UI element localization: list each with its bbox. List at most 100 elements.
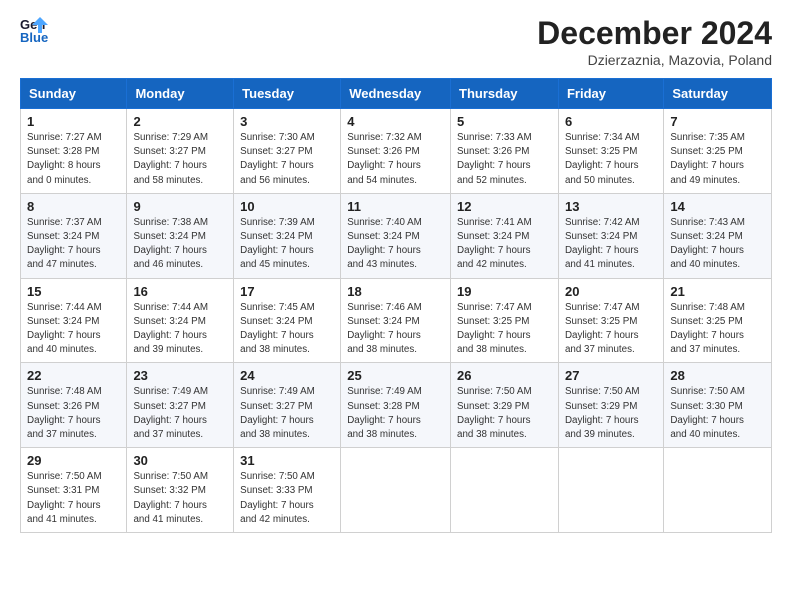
- day-number: 25: [347, 368, 444, 383]
- day-info: Sunrise: 7:35 AM Sunset: 3:25 PM Dayligh…: [670, 131, 765, 188]
- day-cell-13: 13 Sunrise: 7:42 AM Sunset: 3:24 PM Dayli…: [558, 193, 663, 278]
- empty-cell: [664, 448, 772, 533]
- day-number: 11: [347, 199, 444, 214]
- day-cell-7: 7 Sunrise: 7:35 AM Sunset: 3:25 PM Daylig…: [664, 109, 772, 194]
- day-of-week-header-row: SundayMondayTuesdayWednesdayThursdayFrid…: [21, 79, 772, 109]
- day-number: 2: [133, 114, 227, 129]
- day-cell-25: 25 Sunrise: 7:49 AM Sunset: 3:28 PM Dayli…: [341, 363, 451, 448]
- day-info: Sunrise: 7:39 AM Sunset: 3:24 PM Dayligh…: [240, 216, 334, 273]
- day-number: 8: [27, 199, 120, 214]
- dow-thursday: Thursday: [451, 79, 559, 109]
- day-info: Sunrise: 7:44 AM Sunset: 3:24 PM Dayligh…: [133, 301, 227, 358]
- day-info: Sunrise: 7:33 AM Sunset: 3:26 PM Dayligh…: [457, 131, 552, 188]
- day-cell-15: 15 Sunrise: 7:44 AM Sunset: 3:24 PM Dayli…: [21, 278, 127, 363]
- week-row-3: 22 Sunrise: 7:48 AM Sunset: 3:26 PM Dayli…: [21, 363, 772, 448]
- day-number: 18: [347, 284, 444, 299]
- day-cell-30: 30 Sunrise: 7:50 AM Sunset: 3:32 PM Dayli…: [127, 448, 234, 533]
- day-number: 1: [27, 114, 120, 129]
- day-cell-8: 8 Sunrise: 7:37 AM Sunset: 3:24 PM Daylig…: [21, 193, 127, 278]
- day-cell-16: 16 Sunrise: 7:44 AM Sunset: 3:24 PM Dayli…: [127, 278, 234, 363]
- day-cell-11: 11 Sunrise: 7:40 AM Sunset: 3:24 PM Dayli…: [341, 193, 451, 278]
- day-info: Sunrise: 7:50 AM Sunset: 3:30 PM Dayligh…: [670, 385, 765, 442]
- day-info: Sunrise: 7:27 AM Sunset: 3:28 PM Dayligh…: [27, 131, 120, 188]
- day-cell-9: 9Sunrise: 7:38 AM Sunset: 3:24 PM Daylig…: [127, 193, 234, 278]
- day-cell-10: 10 Sunrise: 7:39 AM Sunset: 3:24 PM Dayli…: [234, 193, 341, 278]
- day-number: 10: [240, 199, 334, 214]
- day-cell-4: 4 Sunrise: 7:32 AM Sunset: 3:26 PM Daylig…: [341, 109, 451, 194]
- day-number: 20: [565, 284, 657, 299]
- empty-cell: [558, 448, 663, 533]
- day-cell-1: 1 Sunrise: 7:27 AM Sunset: 3:28 PM Daylig…: [21, 109, 127, 194]
- day-cell-6: 6Sunrise: 7:34 AM Sunset: 3:25 PM Daylig…: [558, 109, 663, 194]
- day-cell-24: 24Sunrise: 7:49 AM Sunset: 3:27 PM Dayli…: [234, 363, 341, 448]
- day-number: 4: [347, 114, 444, 129]
- day-number: 12: [457, 199, 552, 214]
- day-cell-27: 27 Sunrise: 7:50 AM Sunset: 3:29 PM Dayli…: [558, 363, 663, 448]
- dow-friday: Friday: [558, 79, 663, 109]
- day-info: Sunrise: 7:50 AM Sunset: 3:33 PM Dayligh…: [240, 470, 334, 527]
- day-number: 23: [133, 368, 227, 383]
- day-number: 27: [565, 368, 657, 383]
- day-info: Sunrise: 7:50 AM Sunset: 3:31 PM Dayligh…: [27, 470, 120, 527]
- day-info: Sunrise: 7:48 AM Sunset: 3:26 PM Dayligh…: [27, 385, 120, 442]
- logo-icon: Gen Blue: [20, 15, 48, 43]
- title-section: December 2024 Dzierzaznia, Mazovia, Pola…: [537, 15, 772, 68]
- day-number: 16: [133, 284, 227, 299]
- day-cell-17: 17Sunrise: 7:45 AM Sunset: 3:24 PM Dayli…: [234, 278, 341, 363]
- dow-monday: Monday: [127, 79, 234, 109]
- day-info: Sunrise: 7:29 AM Sunset: 3:27 PM Dayligh…: [133, 131, 227, 188]
- day-number: 9: [133, 199, 227, 214]
- week-row-4: 29 Sunrise: 7:50 AM Sunset: 3:31 PM Dayli…: [21, 448, 772, 533]
- day-cell-23: 23 Sunrise: 7:49 AM Sunset: 3:27 PM Dayli…: [127, 363, 234, 448]
- day-cell-19: 19 Sunrise: 7:47 AM Sunset: 3:25 PM Dayli…: [451, 278, 559, 363]
- day-info: Sunrise: 7:40 AM Sunset: 3:24 PM Dayligh…: [347, 216, 444, 273]
- day-number: 3: [240, 114, 334, 129]
- day-cell-12: 12Sunrise: 7:41 AM Sunset: 3:24 PM Dayli…: [451, 193, 559, 278]
- day-info: Sunrise: 7:49 AM Sunset: 3:27 PM Dayligh…: [240, 385, 334, 442]
- day-cell-18: 18 Sunrise: 7:46 AM Sunset: 3:24 PM Dayli…: [341, 278, 451, 363]
- day-info: Sunrise: 7:42 AM Sunset: 3:24 PM Dayligh…: [565, 216, 657, 273]
- day-info: Sunrise: 7:47 AM Sunset: 3:25 PM Dayligh…: [565, 301, 657, 358]
- day-info: Sunrise: 7:50 AM Sunset: 3:29 PM Dayligh…: [565, 385, 657, 442]
- day-number: 7: [670, 114, 765, 129]
- day-info: Sunrise: 7:44 AM Sunset: 3:24 PM Dayligh…: [27, 301, 120, 358]
- day-cell-28: 28 Sunrise: 7:50 AM Sunset: 3:30 PM Dayli…: [664, 363, 772, 448]
- day-number: 28: [670, 368, 765, 383]
- header: Gen Blue December 2024 Dzierzaznia, Mazo…: [20, 15, 772, 68]
- day-info: Sunrise: 7:46 AM Sunset: 3:24 PM Dayligh…: [347, 301, 444, 358]
- day-info: Sunrise: 7:32 AM Sunset: 3:26 PM Dayligh…: [347, 131, 444, 188]
- day-info: Sunrise: 7:49 AM Sunset: 3:27 PM Dayligh…: [133, 385, 227, 442]
- day-info: Sunrise: 7:30 AM Sunset: 3:27 PM Dayligh…: [240, 131, 334, 188]
- day-info: Sunrise: 7:50 AM Sunset: 3:32 PM Dayligh…: [133, 470, 227, 527]
- day-number: 29: [27, 453, 120, 468]
- day-cell-22: 22 Sunrise: 7:48 AM Sunset: 3:26 PM Dayli…: [21, 363, 127, 448]
- day-number: 26: [457, 368, 552, 383]
- day-cell-14: 14 Sunrise: 7:43 AM Sunset: 3:24 PM Dayli…: [664, 193, 772, 278]
- dow-sunday: Sunday: [21, 79, 127, 109]
- dow-tuesday: Tuesday: [234, 79, 341, 109]
- week-row-2: 15 Sunrise: 7:44 AM Sunset: 3:24 PM Dayli…: [21, 278, 772, 363]
- empty-cell: [341, 448, 451, 533]
- day-cell-20: 20 Sunrise: 7:47 AM Sunset: 3:25 PM Dayli…: [558, 278, 663, 363]
- day-info: Sunrise: 7:49 AM Sunset: 3:28 PM Dayligh…: [347, 385, 444, 442]
- day-info: Sunrise: 7:47 AM Sunset: 3:25 PM Dayligh…: [457, 301, 552, 358]
- day-cell-26: 26 Sunrise: 7:50 AM Sunset: 3:29 PM Dayli…: [451, 363, 559, 448]
- day-number: 14: [670, 199, 765, 214]
- month-title: December 2024: [537, 15, 772, 52]
- day-number: 19: [457, 284, 552, 299]
- day-info: Sunrise: 7:34 AM Sunset: 3:25 PM Dayligh…: [565, 131, 657, 188]
- day-number: 31: [240, 453, 334, 468]
- day-number: 15: [27, 284, 120, 299]
- day-cell-2: 2 Sunrise: 7:29 AM Sunset: 3:27 PM Daylig…: [127, 109, 234, 194]
- day-info: Sunrise: 7:50 AM Sunset: 3:29 PM Dayligh…: [457, 385, 552, 442]
- day-cell-5: 5Sunrise: 7:33 AM Sunset: 3:26 PM Daylig…: [451, 109, 559, 194]
- day-info: Sunrise: 7:37 AM Sunset: 3:24 PM Dayligh…: [27, 216, 120, 273]
- day-number: 21: [670, 284, 765, 299]
- subtitle: Dzierzaznia, Mazovia, Poland: [537, 52, 772, 68]
- day-info: Sunrise: 7:48 AM Sunset: 3:25 PM Dayligh…: [670, 301, 765, 358]
- dow-wednesday: Wednesday: [341, 79, 451, 109]
- day-number: 13: [565, 199, 657, 214]
- day-number: 30: [133, 453, 227, 468]
- day-info: Sunrise: 7:43 AM Sunset: 3:24 PM Dayligh…: [670, 216, 765, 273]
- day-number: 22: [27, 368, 120, 383]
